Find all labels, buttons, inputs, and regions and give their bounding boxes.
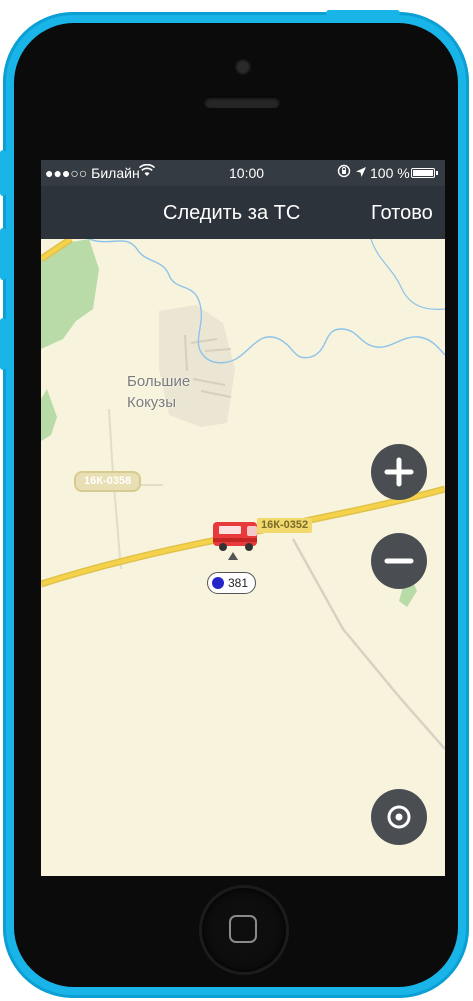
status-bar: ●●●○○ Билайн 10:00 100 % — [41, 160, 445, 186]
power-button — [326, 10, 400, 16]
minus-icon — [384, 558, 414, 564]
vehicle-status-dot — [212, 577, 224, 589]
done-button[interactable]: Готово — [371, 202, 433, 225]
battery-icon — [411, 168, 435, 178]
front-camera — [237, 61, 249, 73]
wifi-icon — [138, 163, 156, 180]
carrier-label: ●●●○○ Билайн — [45, 165, 140, 181]
volume-down-button — [0, 318, 6, 370]
rotation-lock-icon — [337, 164, 351, 181]
battery-tip — [436, 171, 438, 175]
place-label: Большие Кокузы — [127, 373, 191, 411]
river — [88, 239, 445, 364]
vehicle-number: 381 — [228, 576, 249, 590]
volume-up-button — [0, 228, 6, 280]
locate-button[interactable] — [371, 789, 427, 845]
forest-area — [41, 389, 57, 441]
clock: 10:00 — [229, 165, 265, 181]
badge-pointer — [228, 552, 238, 560]
locate-icon — [387, 805, 411, 829]
river — [370, 239, 445, 310]
screen: ●●●○○ Билайн 10:00 100 % Следить за ТС Г… — [41, 160, 445, 876]
navigation-bar: Следить за ТС Готово — [41, 186, 445, 239]
home-button[interactable] — [202, 888, 286, 972]
vehicle-badge[interactable]: 381 — [207, 572, 257, 594]
location-arrow-icon — [355, 165, 367, 181]
plus-icon — [384, 457, 414, 487]
zoom-in-button[interactable] — [371, 444, 427, 500]
road-label: 16К-0358 — [74, 471, 142, 492]
mute-switch — [0, 150, 6, 196]
road-label: 16К-0352 — [257, 518, 313, 533]
map-view[interactable]: Большие Кокузы 16К-0358 16К-0352 381 — [41, 239, 445, 876]
vehicle-marker[interactable] — [213, 522, 257, 551]
page-title: Следить за ТС — [163, 202, 301, 224]
earpiece-speaker — [204, 96, 280, 108]
home-square-icon — [229, 915, 257, 943]
battery-percent: 100 % — [370, 165, 410, 181]
zoom-out-button[interactable] — [371, 533, 427, 589]
